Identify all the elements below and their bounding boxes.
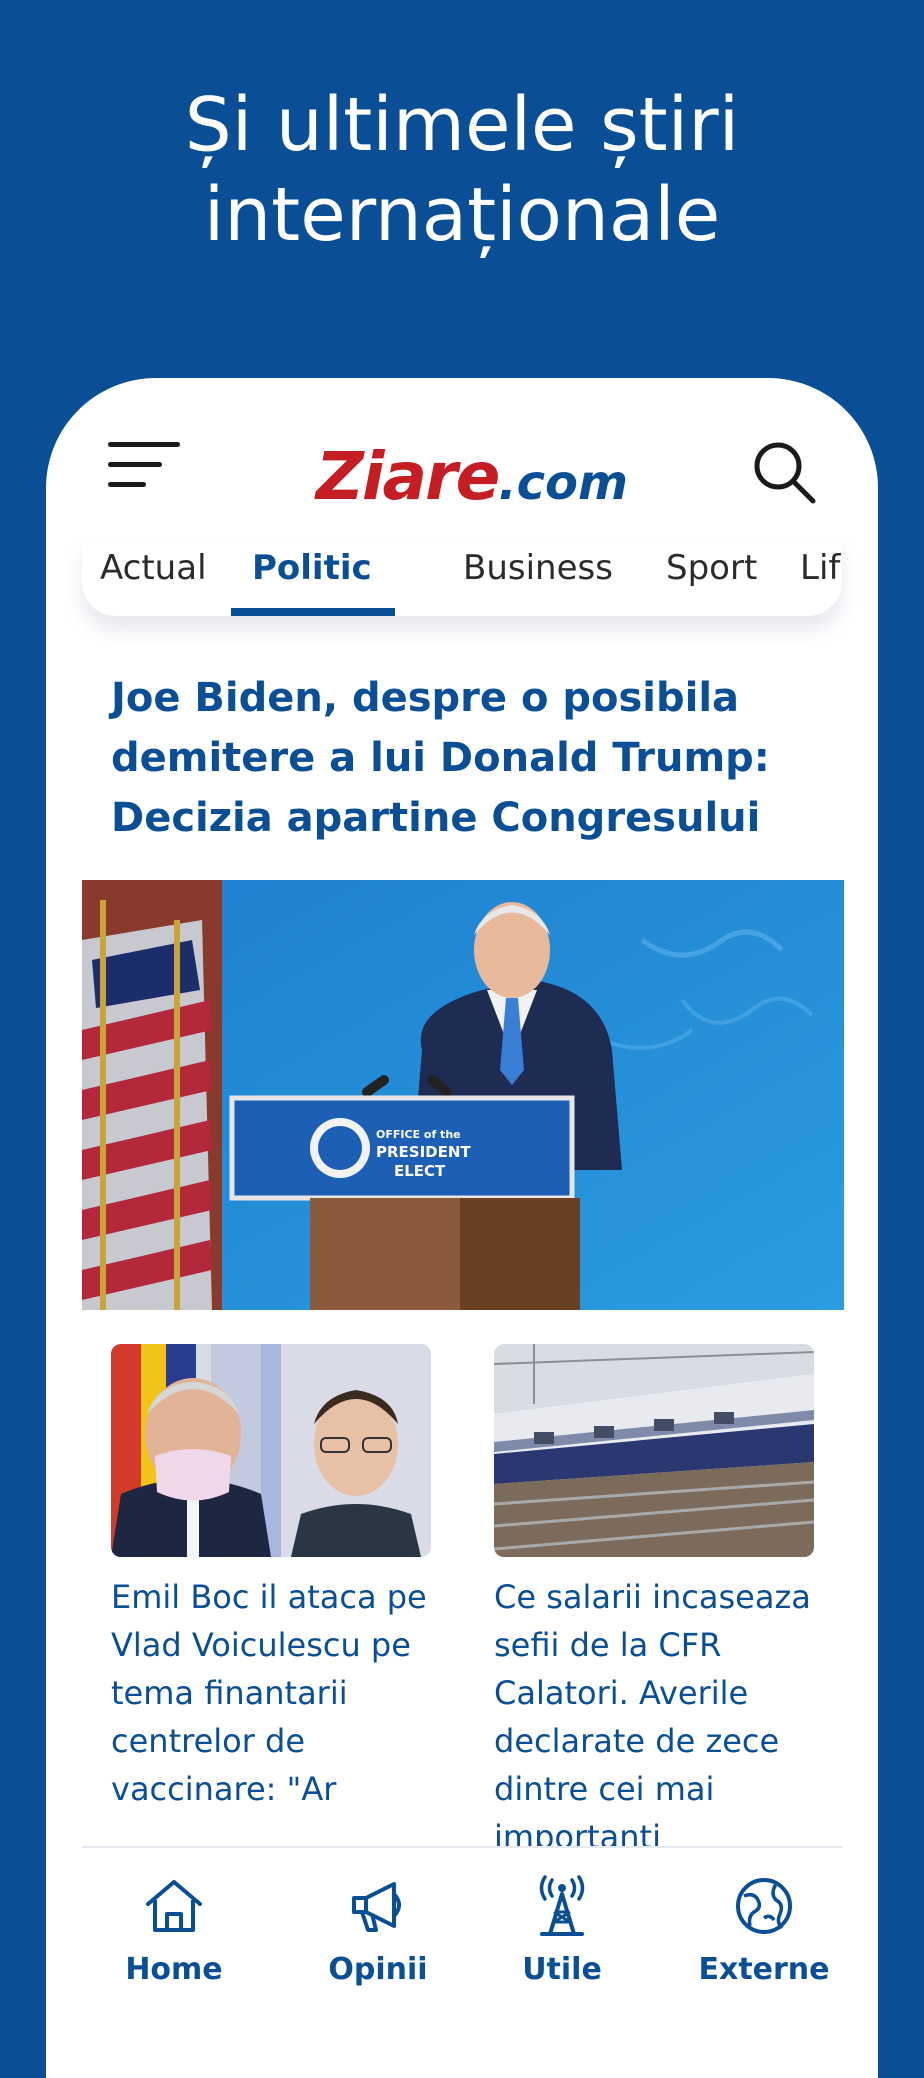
logo-tld: .com bbox=[498, 455, 629, 511]
podium-text-line2: PRESIDENT bbox=[376, 1143, 471, 1161]
phone-frame: Ziare .com Actual Politic Business Sport… bbox=[46, 378, 878, 2078]
featured-article-title[interactable]: Joe Biden, despre o posibila demitere a … bbox=[111, 668, 811, 848]
promo-headline: Și ultimele știri internaționale bbox=[0, 80, 924, 260]
article-thumbnail bbox=[111, 1344, 431, 1557]
active-tab-indicator bbox=[231, 608, 395, 616]
tab-actual[interactable]: Actual bbox=[100, 548, 207, 588]
nav-home-label: Home bbox=[125, 1952, 223, 1987]
article-title: Emil Boc il ataca pe Vlad Voiculescu pe … bbox=[111, 1578, 427, 1808]
globe-icon bbox=[736, 1878, 792, 1934]
app-header: Ziare .com Actual Politic Business Sport… bbox=[46, 378, 878, 638]
search-icon[interactable] bbox=[752, 440, 818, 506]
hamburger-menu-icon[interactable] bbox=[108, 438, 188, 498]
featured-article-image[interactable]: OFFICE of the PRESIDENT ELECT bbox=[82, 880, 844, 1310]
antenna-tower-icon bbox=[539, 1875, 585, 1936]
logo[interactable]: Ziare .com bbox=[316, 438, 628, 518]
tab-sport[interactable]: Sport bbox=[666, 548, 757, 588]
nav-home[interactable]: Home bbox=[79, 1874, 269, 1987]
article-card[interactable]: Ce salarii incaseaza sefii de la CFR Cal… bbox=[494, 1344, 814, 1861]
promo-headline-line2: internaționale bbox=[203, 172, 721, 258]
promo-headline-line1: Și ultimele știri bbox=[184, 82, 740, 168]
megaphone-icon bbox=[352, 1882, 401, 1932]
tab-politic[interactable]: Politic bbox=[252, 548, 372, 588]
article-thumbnail bbox=[494, 1344, 814, 1557]
podium-text-line1: OFFICE of the bbox=[376, 1128, 461, 1141]
nav-opinii[interactable]: Opinii bbox=[283, 1874, 473, 1987]
article-title: Ce salarii incaseaza sefii de la CFR Cal… bbox=[494, 1578, 811, 1856]
nav-opinii-label: Opinii bbox=[328, 1952, 428, 1987]
category-tabs: Actual Politic Business Sport Life bbox=[82, 538, 842, 616]
tab-business[interactable]: Business bbox=[463, 548, 613, 588]
tab-life[interactable]: Life bbox=[800, 548, 842, 588]
logo-main: Ziare bbox=[316, 438, 500, 515]
podium-text-line3: ELECT bbox=[394, 1162, 446, 1180]
article-card[interactable]: Emil Boc il ataca pe Vlad Voiculescu pe … bbox=[111, 1344, 431, 1813]
home-icon bbox=[146, 1880, 202, 1932]
nav-externe-label: Externe bbox=[698, 1952, 830, 1987]
nav-utile-label: Utile bbox=[522, 1952, 602, 1987]
nav-utile[interactable]: Utile bbox=[467, 1874, 657, 1987]
bottom-navigation: Home Opinii Utile Externe bbox=[82, 1846, 842, 2078]
nav-externe[interactable]: Externe bbox=[669, 1874, 859, 1987]
